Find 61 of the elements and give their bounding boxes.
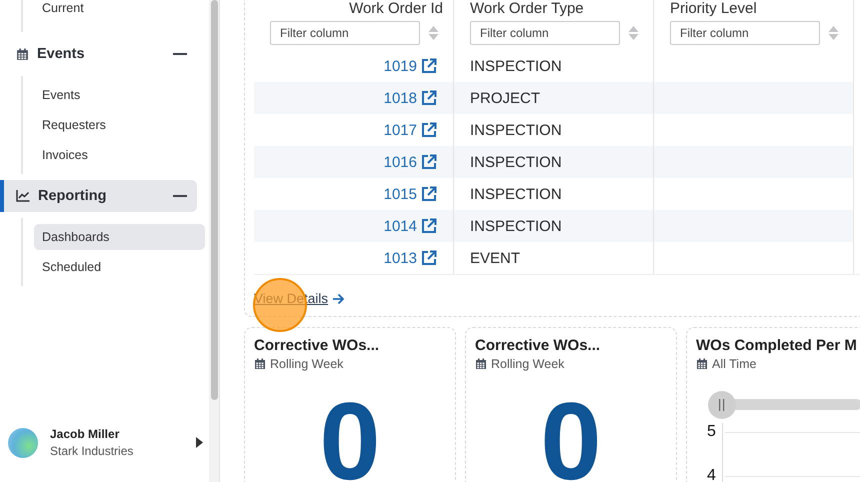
sidebar-item[interactable]: Events: [34, 80, 209, 110]
external-link-icon: [421, 218, 437, 234]
slider-thumb[interactable]: [708, 391, 736, 419]
table-cell: INSPECTION: [470, 122, 562, 138]
user-name: Jacob Miller: [50, 427, 120, 441]
work-order-link[interactable]: 1017: [384, 122, 437, 138]
line-chart-icon: [16, 190, 30, 202]
work-order-link[interactable]: 1013: [384, 250, 437, 266]
sidebar-group[interactable]: Events: [0, 38, 197, 70]
table-cell: PROJECT: [470, 90, 540, 106]
work-order-link[interactable]: 1016: [384, 154, 437, 170]
range-slider[interactable]: [708, 391, 860, 419]
work-order-link[interactable]: 1019: [384, 58, 437, 74]
company-name: Stark Industries: [50, 444, 134, 458]
external-link-icon: [421, 250, 437, 266]
column-header: Work Order Type: [470, 0, 584, 18]
filter-field[interactable]: Filter column: [270, 21, 420, 45]
external-link-icon: [421, 186, 437, 202]
scrollbar-thumb[interactable]: [210, 0, 218, 400]
sort-icon[interactable]: [628, 25, 639, 41]
column-header: Work Order Id: [349, 0, 443, 18]
sidebar-item[interactable]: Requesters: [34, 110, 209, 140]
external-link-icon: [421, 122, 437, 138]
calendar-icon: [696, 358, 708, 370]
table-cell: INSPECTION: [470, 154, 562, 170]
metric-value: 0: [318, 387, 382, 482]
calendar-icon: [16, 48, 29, 60]
metric-value: 0: [539, 387, 603, 482]
sidebar-group[interactable]: Reporting: [0, 180, 197, 212]
card-title: Corrective WOs...: [475, 337, 602, 354]
caret-icon[interactable]: [196, 437, 203, 448]
arrow-right-icon: [332, 292, 346, 304]
sort-icon[interactable]: [428, 25, 439, 41]
filter-field[interactable]: Filter column: [670, 21, 820, 45]
axis-label: 5: [707, 423, 716, 441]
card-title: WOs Completed Per M: [696, 337, 858, 354]
work-order-link[interactable]: 1018: [384, 90, 437, 106]
period-label: Rolling Week: [491, 357, 564, 371]
sidebar-item[interactable]: Scheduled: [34, 252, 209, 282]
period-label: Rolling Week: [270, 357, 344, 371]
sidebar-item[interactable]: Invoices: [34, 140, 209, 170]
sort-icon[interactable]: [828, 25, 839, 41]
avatar: [8, 428, 38, 458]
card-title: Corrective WOs...: [254, 337, 380, 354]
work-order-link[interactable]: 1014: [384, 218, 437, 234]
sidebar-item[interactable]: Dashboards: [34, 224, 205, 250]
work-order-link[interactable]: 1015: [384, 186, 437, 202]
column-header: Priority Level: [670, 0, 757, 18]
external-link-icon: [421, 58, 437, 74]
period-label: All Time: [712, 357, 756, 371]
axis-label: 4: [707, 467, 716, 482]
filter-field[interactable]: Filter column: [470, 21, 620, 45]
external-link-icon: [421, 154, 437, 170]
table-cell: INSPECTION: [470, 186, 562, 202]
table-cell: EVENT: [470, 250, 520, 266]
calendar-icon: [475, 358, 487, 370]
sidebar-item[interactable]: Current: [34, 0, 209, 28]
external-link-icon: [421, 90, 437, 106]
calendar-icon: [254, 358, 266, 370]
table-cell: INSPECTION: [470, 58, 562, 74]
table-cell: INSPECTION: [470, 218, 562, 234]
